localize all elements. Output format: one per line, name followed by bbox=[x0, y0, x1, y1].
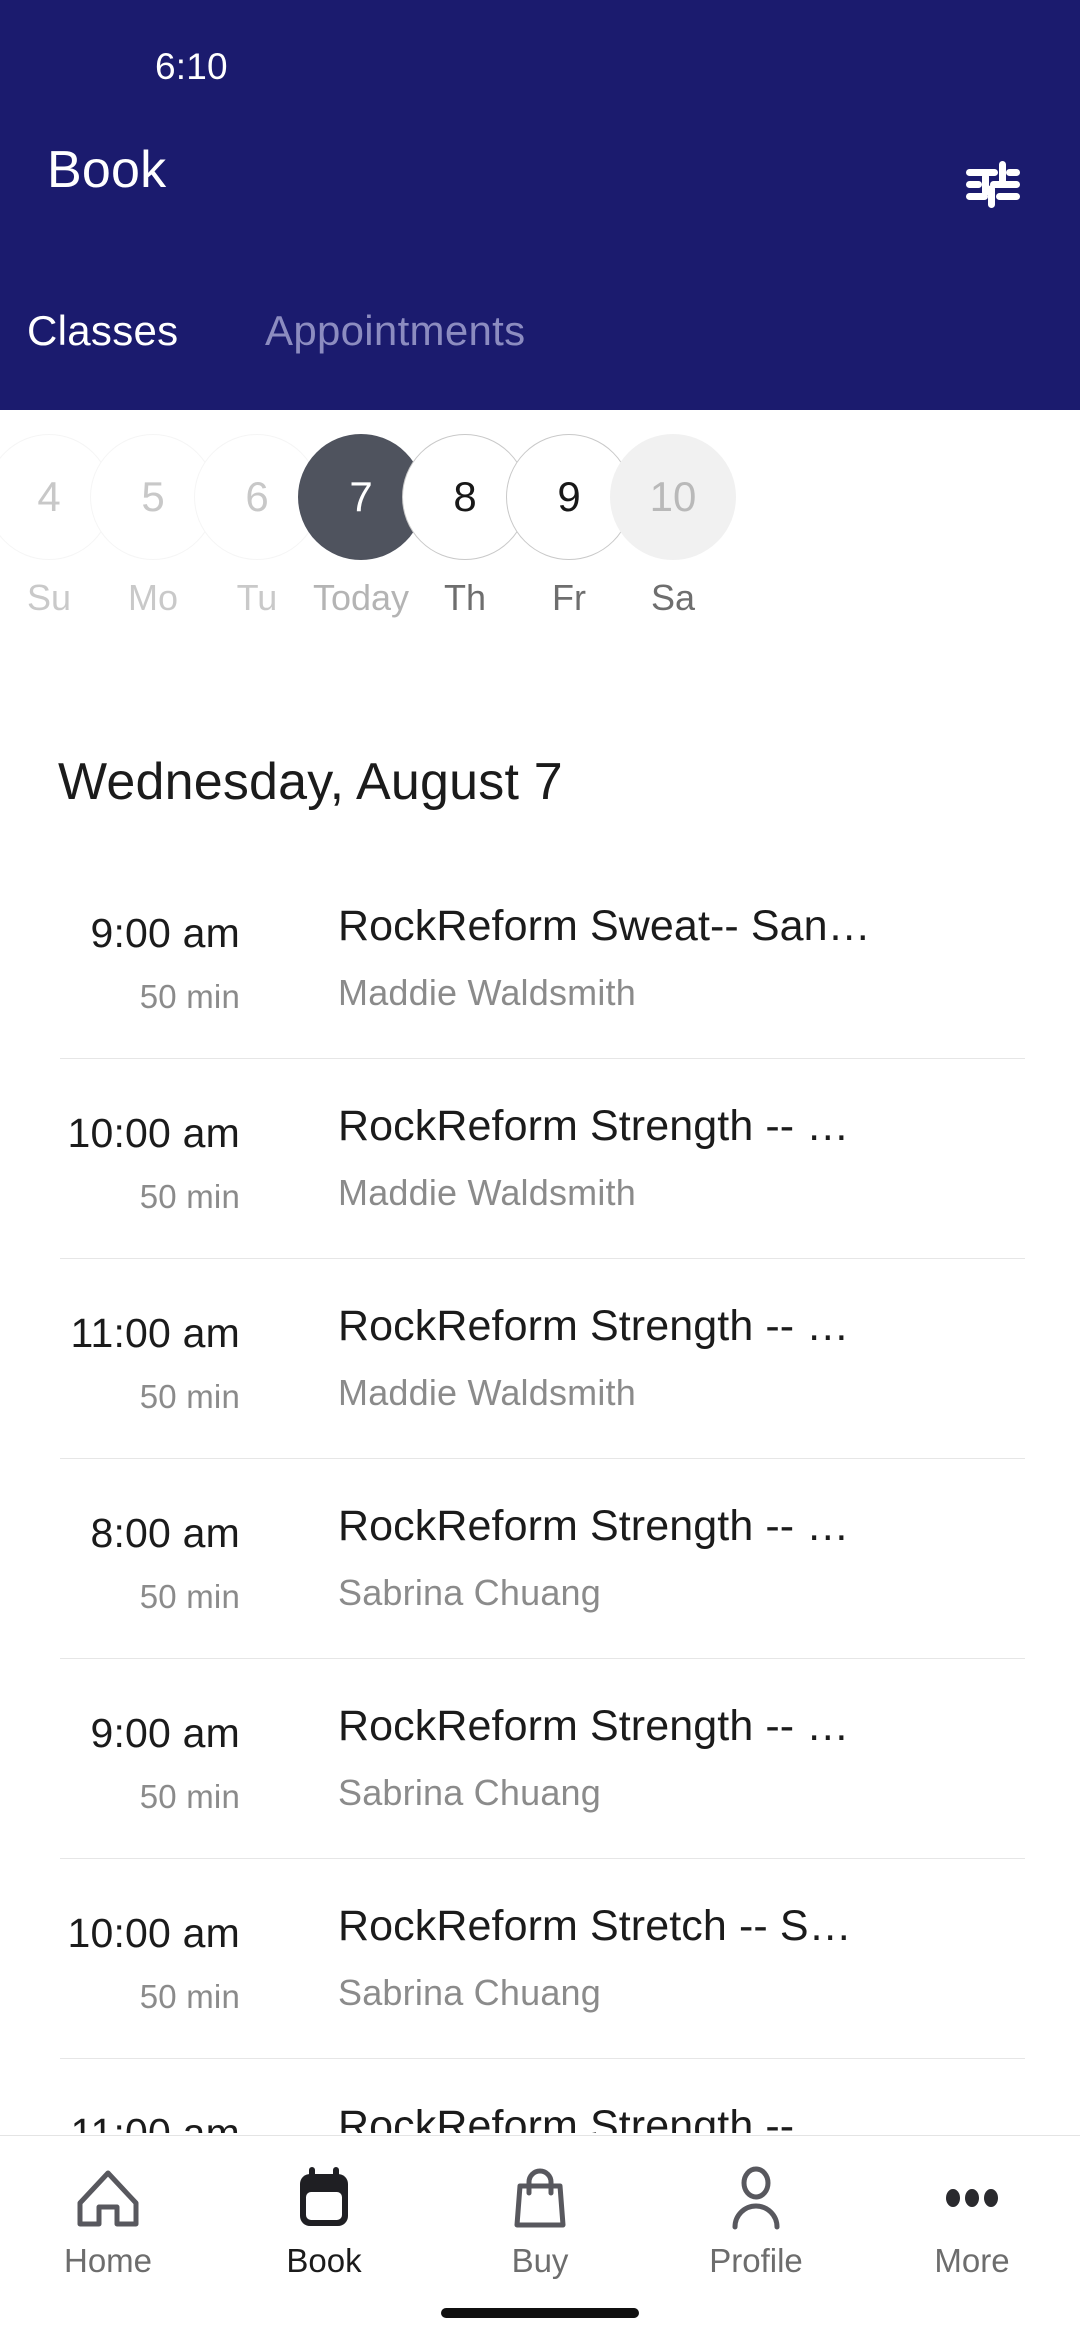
class-title: RockReform Strength -- … bbox=[338, 1502, 850, 1550]
home-indicator[interactable] bbox=[441, 2308, 639, 2318]
page-title: Book bbox=[47, 141, 167, 199]
class-instructor: Sabrina Chuang bbox=[338, 1572, 601, 1613]
date-item-10[interactable]: 10 Sa bbox=[595, 434, 751, 664]
row-divider bbox=[60, 1458, 1025, 1459]
date-strip[interactable]: 4 Su 5 Mo 6 Tu 7 Today 8 Th 9 Fr 10 Sa bbox=[0, 410, 1080, 670]
class-list[interactable]: 9:00 am 50 min RockReform Sweat-- San… M… bbox=[0, 858, 1080, 2133]
nav-label: More bbox=[934, 2242, 1010, 2279]
row-divider bbox=[60, 1058, 1025, 1059]
class-instructor: Sabrina Chuang bbox=[338, 1772, 601, 1813]
tab-bar: Classes Appointments bbox=[0, 310, 1080, 410]
class-duration: 50 min bbox=[139, 1778, 240, 1815]
app-bar: Book bbox=[0, 140, 1080, 260]
filter-sliders-icon bbox=[952, 144, 1032, 224]
class-row[interactable]: 9:00 am 50 min RockReform Sweat-- San… M… bbox=[0, 858, 1080, 1058]
class-row[interactable]: 8:00 am 50 min RockReform Strength -- … … bbox=[0, 1458, 1080, 1658]
person-icon bbox=[648, 2158, 864, 2238]
filter-button[interactable] bbox=[952, 144, 1032, 224]
class-title: RockReform Sweat-- San… bbox=[338, 902, 871, 950]
row-divider bbox=[60, 2058, 1025, 2059]
class-time: 10:00 am bbox=[67, 1910, 240, 1956]
nav-label: Profile bbox=[709, 2242, 803, 2279]
class-title: RockReform Strength -- … bbox=[338, 1702, 850, 1750]
class-time: 11:00 am bbox=[70, 1310, 240, 1356]
nav-label: Home bbox=[63, 2242, 153, 2279]
class-instructor: Maddie Waldsmith bbox=[338, 972, 636, 1013]
class-time: 9:00 am bbox=[90, 1710, 240, 1756]
ellipsis-icon bbox=[864, 2158, 1080, 2238]
bag-icon bbox=[432, 2158, 648, 2238]
nav-label: Book bbox=[286, 2242, 362, 2279]
tab-classes[interactable]: Classes bbox=[27, 310, 178, 352]
class-time: 9:00 am bbox=[90, 910, 240, 956]
status-bar-time: 6:10 bbox=[155, 46, 228, 87]
class-row[interactable]: 10:00 am 50 min RockReform Stretch -- S…… bbox=[0, 1858, 1080, 2058]
class-title: RockReform Strength -- … bbox=[338, 1102, 850, 1150]
nav-label: Buy bbox=[511, 2242, 569, 2279]
class-time: 11:00 am bbox=[70, 2110, 240, 2133]
nav-item-more[interactable]: More bbox=[864, 2158, 1080, 2308]
class-row[interactable]: 10:00 am 50 min RockReform Strength -- …… bbox=[0, 1058, 1080, 1258]
app-screen: 6:10 Book Classes Appointments 4 Su 5 Mo… bbox=[0, 0, 1080, 2340]
row-divider bbox=[60, 1658, 1025, 1659]
day-heading: Wednesday, August 7 bbox=[58, 753, 563, 811]
row-divider bbox=[60, 1258, 1025, 1259]
bottom-navigation: Home Book Buy Profile More bbox=[0, 2135, 1080, 2340]
nav-item-buy[interactable]: Buy bbox=[432, 2158, 648, 2308]
date-weekday-label: Sa bbox=[650, 577, 696, 618]
class-instructor: Sabrina Chuang bbox=[338, 1972, 601, 2013]
app-header: 6:10 Book Classes Appointments bbox=[0, 0, 1080, 410]
home-icon bbox=[0, 2158, 216, 2238]
class-duration: 50 min bbox=[139, 1178, 240, 1215]
class-instructor: Maddie Waldsmith bbox=[338, 1172, 636, 1213]
class-title: RockReform Stretch -- S… bbox=[338, 1902, 852, 1950]
class-duration: 50 min bbox=[139, 1578, 240, 1615]
class-instructor: Maddie Waldsmith bbox=[338, 1372, 636, 1413]
class-duration: 50 min bbox=[139, 1378, 240, 1415]
class-title: RockReform Strength -- … bbox=[338, 1302, 850, 1350]
class-duration: 50 min bbox=[139, 1978, 240, 2015]
class-time: 8:00 am bbox=[90, 1510, 240, 1556]
calendar-icon bbox=[216, 2158, 432, 2238]
class-row[interactable]: 11:00 am 50 min RockReform Strength -- …… bbox=[0, 1258, 1080, 1458]
row-divider bbox=[60, 1858, 1025, 1859]
nav-item-book[interactable]: Book bbox=[216, 2158, 432, 2308]
date-circle: 10 bbox=[610, 434, 736, 560]
tab-appointments[interactable]: Appointments bbox=[265, 310, 525, 352]
class-row[interactable]: 9:00 am 50 min RockReform Strength -- … … bbox=[0, 1658, 1080, 1858]
nav-item-home[interactable]: Home bbox=[0, 2158, 216, 2308]
nav-item-profile[interactable]: Profile bbox=[648, 2158, 864, 2308]
class-row[interactable]: 11:00 am RockReform Strength -- … bbox=[0, 2058, 1080, 2133]
class-duration: 50 min bbox=[139, 978, 240, 1015]
status-bar: 6:10 bbox=[0, 0, 1080, 100]
class-time: 10:00 am bbox=[67, 1110, 240, 1156]
class-title: RockReform Strength -- … bbox=[338, 2102, 850, 2133]
